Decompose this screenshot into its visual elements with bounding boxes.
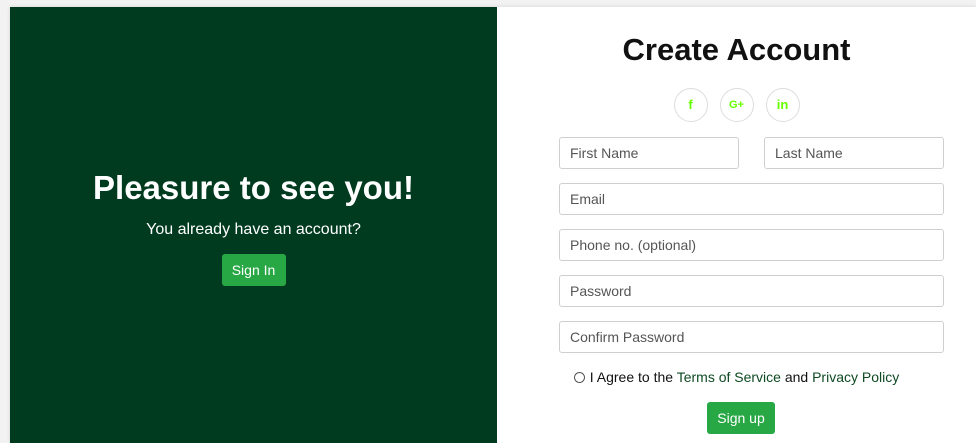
agree-terms-row: I Agree to the Terms of Service and Priv… — [497, 369, 976, 385]
welcome-panel: Pleasure to see you! You already have an… — [10, 7, 497, 443]
welcome-title: Pleasure to see you! — [93, 169, 414, 206]
password-field[interactable] — [559, 275, 944, 307]
last-name-field[interactable] — [764, 137, 944, 169]
agree-and-text: and — [784, 369, 809, 385]
linkedin-icon[interactable]: in — [765, 88, 800, 122]
agree-radio[interactable] — [573, 372, 585, 383]
first-name-field[interactable] — [559, 137, 739, 169]
facebook-icon[interactable]: f — [673, 88, 708, 122]
welcome-content: Pleasure to see you! You already have an… — [10, 169, 497, 286]
sign-in-button[interactable]: Sign In — [221, 254, 286, 286]
agree-prefix: I Agree to the — [589, 369, 674, 385]
sign-up-button[interactable]: Sign up — [707, 402, 775, 434]
auth-card: Pleasure to see you! You already have an… — [10, 7, 976, 443]
signup-panel: Create Account f G+ in I Agree to the Te… — [497, 7, 976, 443]
welcome-subtitle: You already have an account? — [146, 221, 361, 238]
google-plus-icon[interactable]: G+ — [719, 88, 754, 122]
social-login-row: f G+ in — [497, 88, 976, 122]
email-field[interactable] — [559, 183, 944, 215]
phone-field[interactable] — [559, 229, 944, 261]
confirm-password-field[interactable] — [559, 321, 944, 353]
privacy-policy-link[interactable]: Privacy Policy — [812, 369, 899, 385]
create-account-title: Create Account — [622, 32, 851, 67]
terms-of-service-link[interactable]: Terms of Service — [677, 369, 781, 385]
